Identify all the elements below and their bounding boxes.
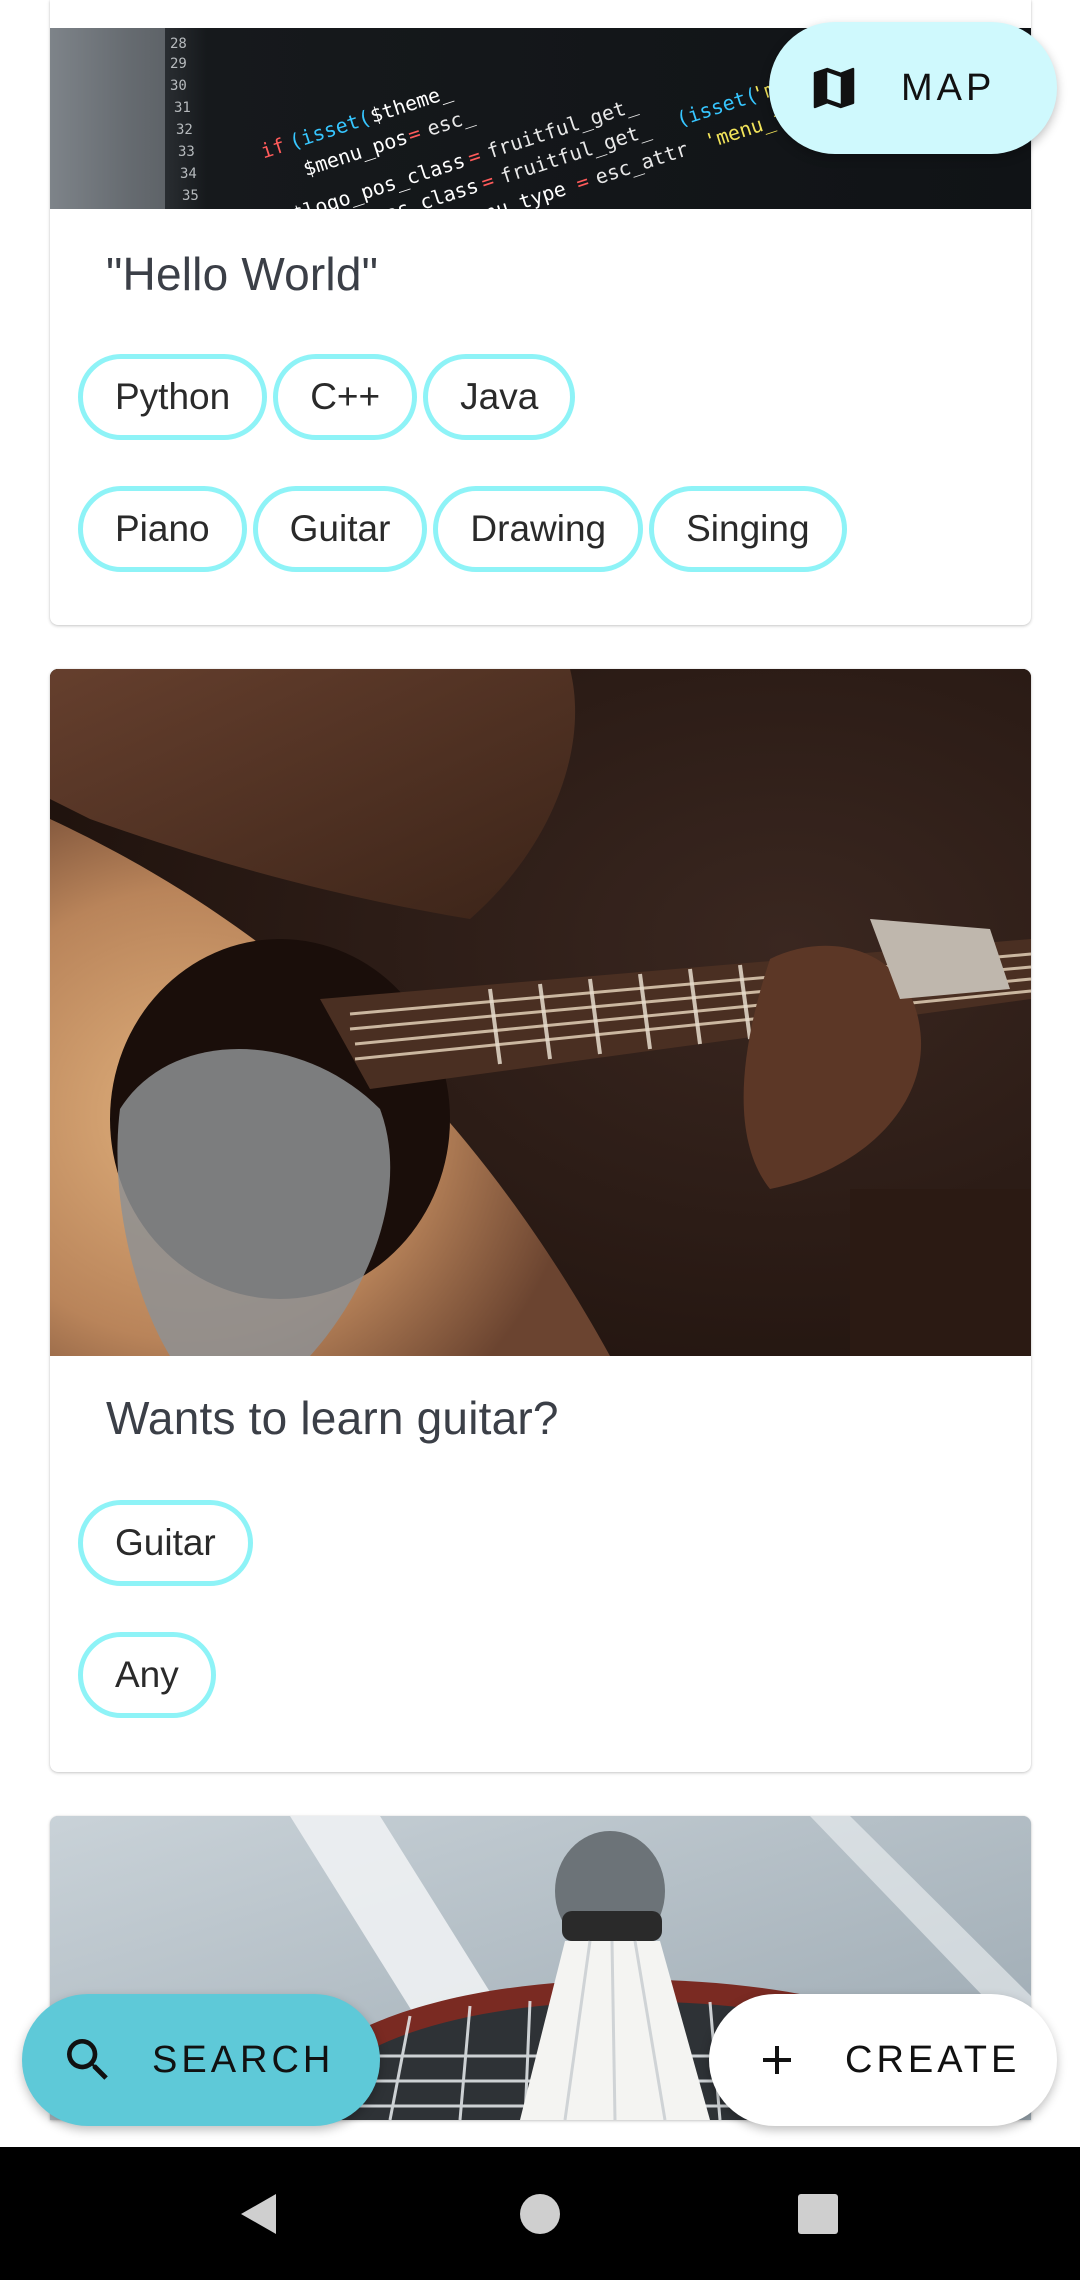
chip[interactable]: Java (423, 354, 576, 440)
card-title: Wants to learn guitar? (106, 1392, 559, 1444)
chip[interactable]: Any (78, 1632, 216, 1718)
chip-row-skills: Python C++ Java (78, 354, 576, 440)
screen: 28 29 30 31 32 33 34 35 if (isset( $theme_ $m… (0, 0, 1080, 2280)
svg-text:29: 29 (170, 56, 187, 72)
svg-text:30: 30 (170, 78, 187, 94)
svg-text:31: 31 (174, 100, 191, 116)
plus-icon (753, 2036, 801, 2084)
map-button-label: MAP (901, 66, 996, 109)
map-button[interactable]: MAP (769, 22, 1057, 154)
back-triangle-icon[interactable] (199, 2147, 319, 2280)
search-button[interactable]: SEARCH (22, 1994, 380, 2126)
map-icon (807, 61, 861, 115)
card-image-guitar (50, 669, 1031, 1356)
chip-row-skills: Guitar (78, 1500, 253, 1586)
chip[interactable]: C++ (273, 354, 418, 440)
chip-row-interests: Piano Guitar Drawing Singing (78, 486, 847, 572)
system-nav-bar (0, 2147, 1080, 2280)
chip[interactable]: Guitar (252, 486, 428, 572)
chip[interactable]: Singing (649, 486, 847, 572)
search-icon (60, 2032, 116, 2088)
svg-text:28: 28 (170, 36, 187, 52)
chip[interactable]: Drawing (433, 486, 644, 572)
create-button[interactable]: CREATE (709, 1994, 1057, 2126)
chip[interactable]: Piano (78, 486, 247, 572)
chip-row-interests: Any (78, 1632, 216, 1718)
svg-text:33: 33 (178, 144, 195, 160)
home-circle-icon[interactable] (480, 2147, 600, 2280)
create-button-label: CREATE (845, 2038, 1021, 2081)
chip[interactable]: Python (78, 354, 268, 440)
search-button-label: SEARCH (152, 2038, 335, 2081)
recents-square-icon[interactable] (758, 2147, 878, 2280)
svg-text:32: 32 (176, 122, 193, 138)
svg-text:34: 34 (180, 166, 197, 182)
chip[interactable]: Guitar (78, 1500, 253, 1586)
card-learn-guitar[interactable]: Wants to learn guitar? Guitar Any (50, 669, 1031, 1772)
svg-text:35: 35 (182, 188, 199, 204)
card-title: "Hello World" (106, 248, 379, 300)
